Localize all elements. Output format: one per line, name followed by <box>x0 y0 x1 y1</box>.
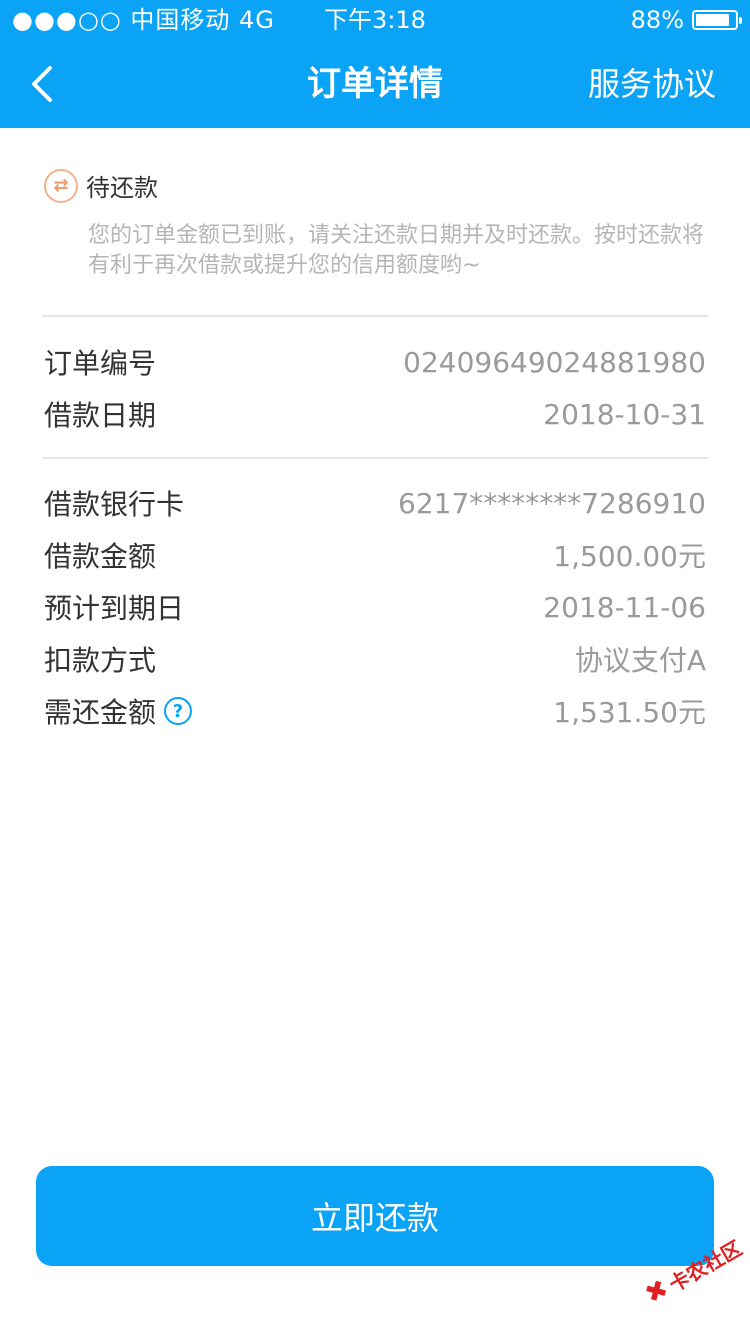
top-bar: ●●●○○ 中国移动 4G 下午3:18 88% 订单详情 服务协议 <box>0 0 750 128</box>
order-status-row: ⇄ 待还款 <box>44 168 708 203</box>
battery-fill <box>696 14 729 26</box>
loan-amount-label: 借款金额 <box>44 540 157 573</box>
info-row-payment-method: 扣款方式 协议支付A <box>44 633 706 685</box>
loan-date-label: 借款日期 <box>44 399 157 432</box>
bank-card-value: 6217********7286910 <box>398 486 706 520</box>
help-icon[interactable]: ? <box>164 697 193 725</box>
status-bar: ●●●○○ 中国移动 4G 下午3:18 88% <box>0 0 750 40</box>
due-date-label: 预计到期日 <box>44 592 185 625</box>
order-number-value: 02409649024881980 <box>403 345 706 379</box>
battery-percent: 88% <box>630 6 684 34</box>
service-agreement-link[interactable]: 服务协议 <box>588 40 716 128</box>
payment-method-label: 扣款方式 <box>44 644 157 677</box>
divider <box>42 315 708 317</box>
payment-method-value: 协议支付A <box>574 644 706 677</box>
info-row-due-date: 预计到期日 2018-11-06 <box>44 581 706 633</box>
order-info-list: 订单编号 02409649024881980 借款日期 2018-10-31 <box>44 336 706 440</box>
divider <box>42 457 708 459</box>
info-row-repay-amount: 需还金额 ? 1,531.50元 <box>44 685 706 737</box>
repay-amount-label: 需还金额 <box>44 696 157 729</box>
info-row-loan-amount: 借款金额 1,500.00元 <box>44 529 706 581</box>
order-status-label: 待还款 <box>86 174 158 202</box>
battery-status: 88% <box>630 0 742 40</box>
order-number-label: 订单编号 <box>44 347 157 380</box>
loan-date-value: 2018-10-31 <box>543 397 706 431</box>
exchange-icon: ⇄ <box>44 168 78 203</box>
order-status-section: ⇄ 待还款 您的订单金额已到账，请关注还款日期并及时还款。按时还款将有利于再次借… <box>44 168 708 281</box>
loan-info-list: 借款银行卡 6217********7286910 借款金额 1,500.00元… <box>44 477 706 737</box>
info-row-bank-card: 借款银行卡 6217********7286910 <box>44 477 706 529</box>
repay-amount-value: 1,531.50元 <box>553 696 706 729</box>
info-row-loan-date: 借款日期 2018-10-31 <box>44 388 706 440</box>
battery-icon <box>692 10 742 30</box>
navigation-bar: 订单详情 服务协议 <box>0 40 750 128</box>
info-row-order-number: 订单编号 02409649024881980 <box>44 336 706 388</box>
loan-amount-value: 1,500.00元 <box>553 540 706 573</box>
repay-now-button[interactable]: 立即还款 <box>36 1166 714 1266</box>
bank-card-label: 借款银行卡 <box>44 488 185 521</box>
order-status-description: 您的订单金额已到账，请关注还款日期并及时还款。按时还款将有利于再次借款或提升您的… <box>88 223 705 278</box>
due-date-value: 2018-11-06 <box>543 590 706 624</box>
repay-amount-label-group: 需还金额 ? <box>44 691 193 731</box>
